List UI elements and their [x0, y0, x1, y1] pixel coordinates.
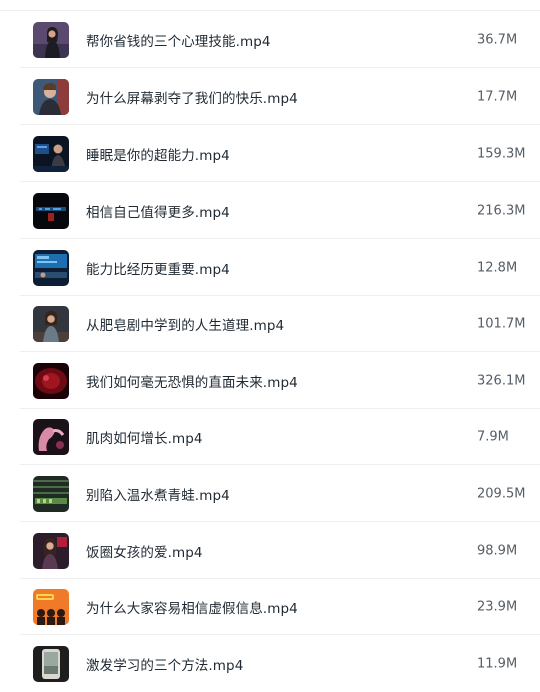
file-row[interactable]: 睡眠是你的超能力.mp4 159.3M — [0, 126, 540, 182]
file-size: 23.9M — [477, 599, 518, 615]
file-row[interactable]: 相信自己值得更多.mp4 216.3M — [0, 183, 540, 239]
row-divider — [20, 124, 540, 125]
file-row[interactable]: 我们如何毫无恐惧的直面未来.mp4 326.1M — [0, 353, 540, 409]
video-thumbnail-man-speaker — [33, 79, 69, 115]
row-divider — [20, 521, 540, 522]
file-name: 饭圈女孩的爱.mp4 — [86, 545, 203, 561]
file-name: 睡眠是你的超能力.mp4 — [86, 148, 230, 164]
top-divider — [0, 10, 540, 11]
file-row[interactable]: 激发学习的三个方法.mp4 11.9M — [0, 636, 540, 692]
file-name: 我们如何毫无恐惧的直面未来.mp4 — [86, 375, 298, 391]
row-divider — [20, 67, 540, 68]
file-name: 相信自己值得更多.mp4 — [86, 205, 230, 221]
file-name: 为什么屏幕剥夺了我们的快乐.mp4 — [86, 91, 298, 107]
file-size: 326.1M — [477, 373, 526, 389]
file-size: 17.7M — [477, 89, 518, 105]
video-thumbnail-stage-speaker — [33, 136, 69, 172]
video-thumbnail-woman-speaker — [33, 22, 69, 58]
file-name: 能力比经历更重要.mp4 — [86, 262, 230, 278]
file-size: 216.3M — [477, 203, 526, 219]
file-row[interactable]: 能力比经历更重要.mp4 12.8M — [0, 240, 540, 296]
file-name: 从肥皂剧中学到的人生道理.mp4 — [86, 318, 285, 334]
video-thumbnail-red-stage — [33, 363, 69, 399]
file-name: 为什么大家容易相信虚假信息.mp4 — [86, 601, 298, 617]
file-row[interactable]: 从肥皂剧中学到的人生道理.mp4 101.7M — [0, 296, 540, 352]
video-thumbnail-arm-illustration — [33, 419, 69, 455]
file-size: 12.8M — [477, 260, 518, 276]
video-thumbnail-blue-stage — [33, 250, 69, 286]
file-row[interactable]: 为什么大家容易相信虚假信息.mp4 23.9M — [0, 579, 540, 635]
video-thumbnail-woman-speaker — [33, 533, 69, 569]
file-row[interactable]: 别陷入温水煮青蛙.mp4 209.5M — [0, 466, 540, 522]
video-thumbnail-green-stage — [33, 476, 69, 512]
file-size: 7.9M — [477, 429, 509, 445]
file-row[interactable]: 帮你省钱的三个心理技能.mp4 36.7M — [0, 12, 540, 68]
row-divider — [20, 464, 540, 465]
file-size: 11.9M — [477, 656, 518, 672]
file-size: 101.7M — [477, 316, 526, 332]
file-size: 98.9M — [477, 543, 518, 559]
video-thumbnail-dark-stage — [33, 193, 69, 229]
file-name: 肌肉如何增长.mp4 — [86, 431, 203, 447]
file-size: 36.7M — [477, 32, 518, 48]
file-size: 209.5M — [477, 486, 526, 502]
row-divider — [20, 351, 540, 352]
file-name: 别陷入温水煮青蛙.mp4 — [86, 488, 230, 504]
file-row[interactable]: 肌肉如何增长.mp4 7.9M — [0, 409, 540, 465]
file-size: 159.3M — [477, 146, 526, 162]
row-divider — [20, 181, 540, 182]
file-name: 激发学习的三个方法.mp4 — [86, 658, 244, 674]
file-row[interactable]: 为什么屏幕剥夺了我们的快乐.mp4 17.7M — [0, 69, 540, 125]
file-row[interactable]: 饭圈女孩的爱.mp4 98.9M — [0, 523, 540, 579]
file-name: 帮你省钱的三个心理技能.mp4 — [86, 34, 271, 50]
video-thumbnail-woman-speaker — [33, 306, 69, 342]
file-list: 帮你省钱的三个心理技能.mp4 36.7M 为什么屏幕剥夺了我们的快乐.mp4 … — [0, 0, 540, 690]
video-thumbnail-phone-photo — [33, 646, 69, 682]
row-divider — [20, 238, 540, 239]
row-divider — [20, 634, 540, 635]
video-thumbnail-orange-illustration — [33, 589, 69, 625]
